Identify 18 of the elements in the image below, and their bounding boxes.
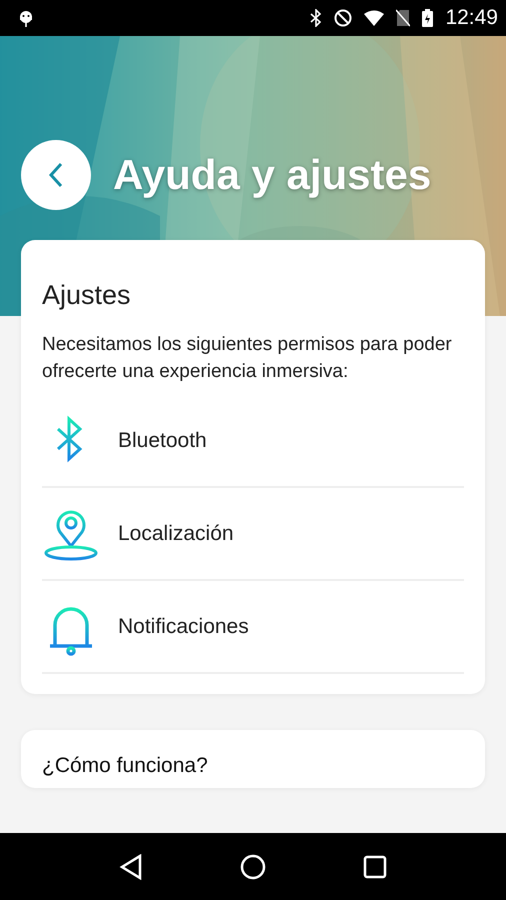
home-icon[interactable] [240,854,266,880]
page-title: Ayuda y ajustes [113,151,432,199]
no-sim-icon [396,9,410,27]
permission-item[interactable]: Localización [42,488,464,581]
battery-icon [422,9,434,27]
permission-item[interactable]: Bluetooth [42,395,464,488]
card-title: Ajustes [42,280,132,311]
android-icon [18,9,34,27]
do-not-disturb-icon [334,9,352,27]
permission-item[interactable]: Notificaciones [42,581,464,674]
card-title: ¿Cómo funciona? [42,754,209,778]
bluetooth-icon [310,9,322,27]
back-icon [48,162,64,188]
wifi-icon [364,10,384,26]
recent-apps-icon[interactable] [363,854,388,878]
card-description: Necesitamos los siguientes permisos para poder ofrecerte una experiencia inmersiva: [42,333,453,384]
back-icon[interactable] [118,854,143,880]
clock-time: 12:49 [445,6,498,30]
